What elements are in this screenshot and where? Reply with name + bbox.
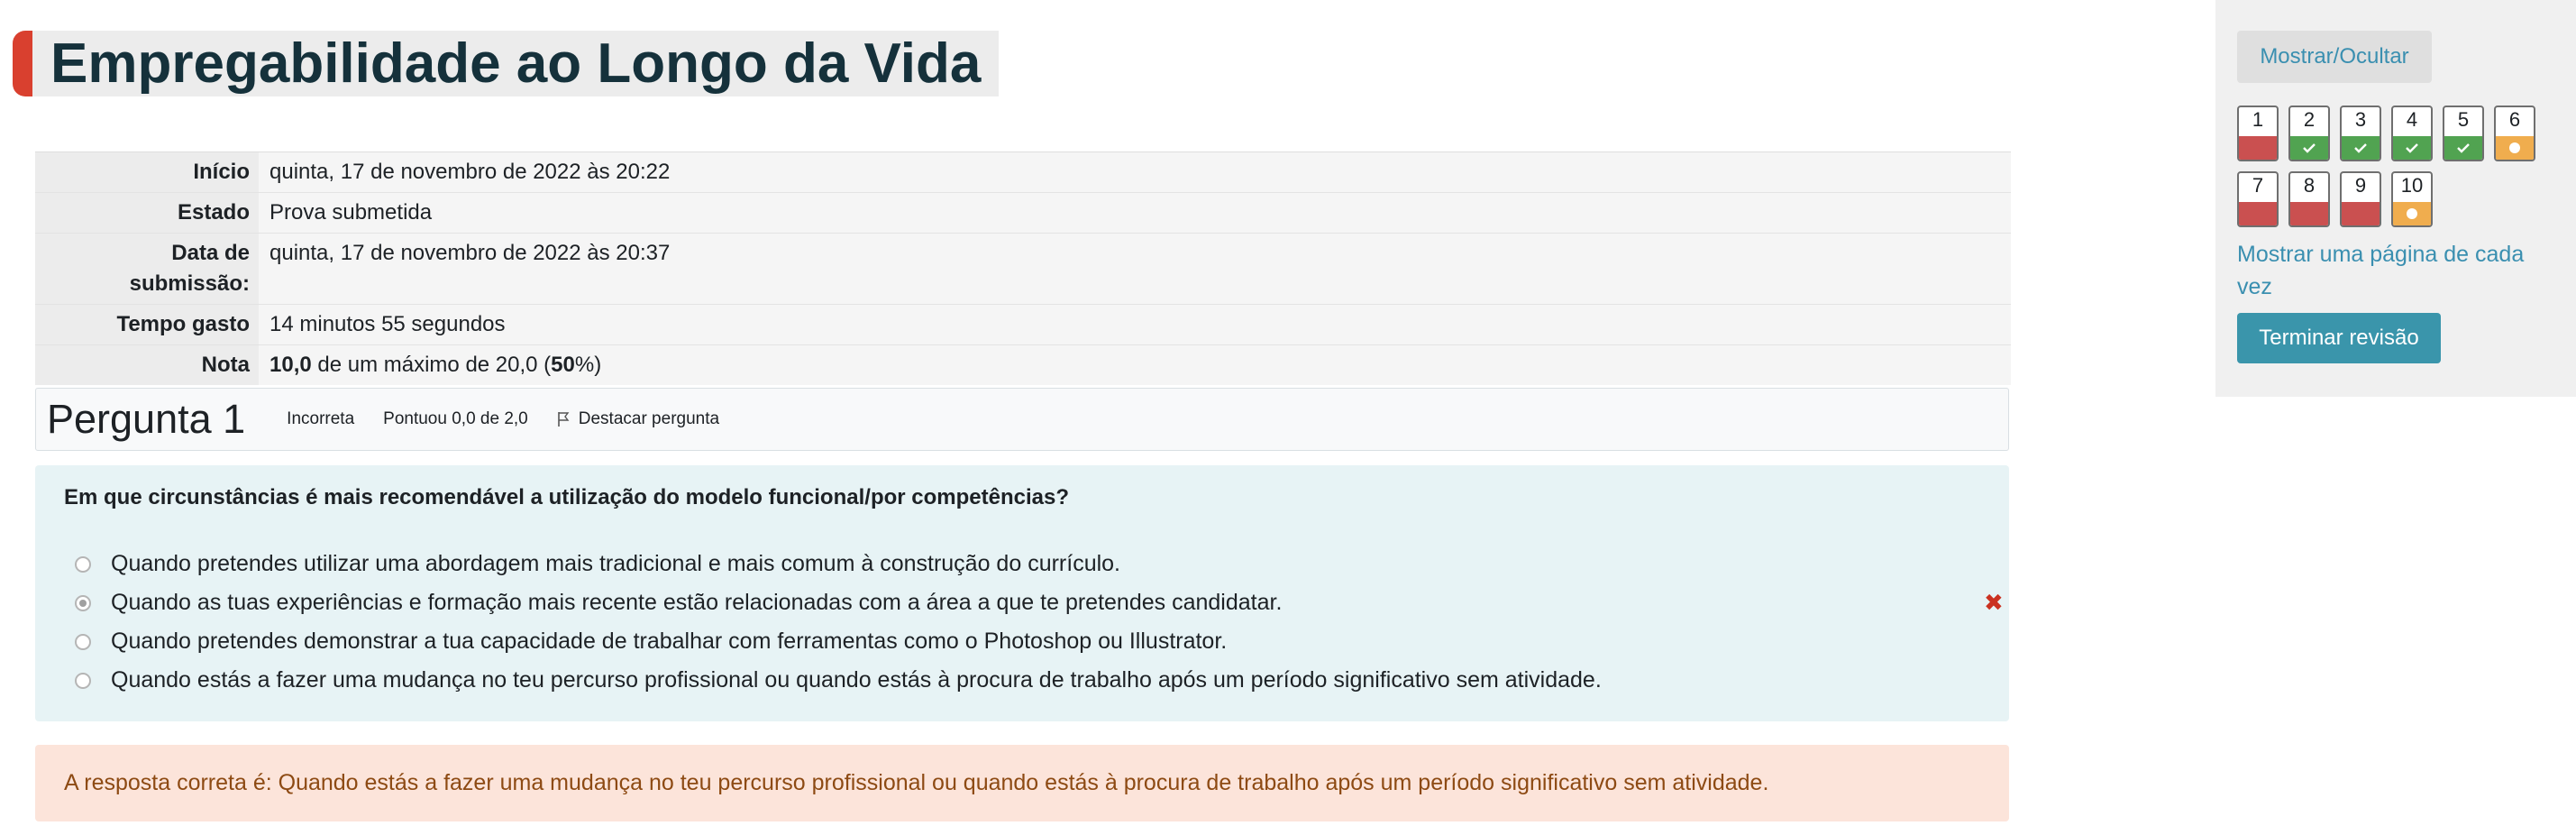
question-content: Em que circunstâncias é mais recomendáve… xyxy=(35,465,2009,721)
answer-list: Quando pretendes utilizar uma abordagem … xyxy=(75,545,2004,700)
check-icon xyxy=(2342,136,2380,160)
question-nav-number: 9 xyxy=(2354,174,2367,197)
answer-radio[interactable] xyxy=(75,672,91,689)
partial-dot-icon xyxy=(2393,202,2431,225)
check-icon xyxy=(2444,136,2482,160)
question-nav-button-6[interactable]: 6 xyxy=(2494,106,2535,161)
answer-radio[interactable] xyxy=(75,555,91,573)
answer-radio[interactable] xyxy=(75,633,91,650)
answer-text: Quando as tuas experiências e formação m… xyxy=(111,590,1283,615)
grade-percent: 50 xyxy=(551,353,575,377)
question-nav-button-10[interactable]: 10 xyxy=(2391,171,2433,227)
question-nav-button-9[interactable]: 9 xyxy=(2340,171,2381,227)
question-status: Incorreta xyxy=(287,409,355,428)
summary-row-inicio: Início quinta, 17 de novembro de 2022 às… xyxy=(35,151,2011,193)
summary-label: Início xyxy=(35,151,259,193)
grade-score: 10,0 xyxy=(269,353,312,377)
check-icon xyxy=(2290,136,2328,160)
finish-review-button[interactable]: Terminar revisão xyxy=(2237,313,2441,363)
grade-end: %) xyxy=(574,353,602,377)
summary-value: quinta, 17 de novembro de 2022 às 20:22 xyxy=(259,151,2011,193)
question-nav-number: 5 xyxy=(2457,108,2470,131)
question-nav-button-5[interactable]: 5 xyxy=(2443,106,2484,161)
title-accent-bar xyxy=(13,31,32,96)
answer-option[interactable]: Quando pretendes utilizar uma abordagem … xyxy=(75,545,1995,583)
summary-value: Prova submetida xyxy=(259,192,2011,234)
flag-question-label: Destacar pergunta xyxy=(578,409,720,428)
summary-row-estado: Estado Prova submetida xyxy=(35,192,2011,234)
check-icon xyxy=(2393,136,2431,160)
incorrect-state-bar xyxy=(2239,202,2277,225)
question-nav-button-7[interactable]: 7 xyxy=(2237,171,2279,227)
flag-question-link[interactable]: Destacar pergunta xyxy=(557,409,719,429)
page-title: Empregabilidade ao Longo da Vida xyxy=(50,32,982,95)
question-nav-number: 7 xyxy=(2252,174,2264,197)
title-box: Empregabilidade ao Longo da Vida xyxy=(32,31,1000,96)
show-one-page-link[interactable]: Mostrar uma página de cada vez xyxy=(2237,238,2535,303)
question-nav-number: 1 xyxy=(2252,108,2264,131)
correct-answer-text: A resposta correta é: Quando estás a faz… xyxy=(64,770,1769,795)
incorrect-icon: ✖ xyxy=(1984,589,2004,616)
answer-radio-selected[interactable] xyxy=(75,594,91,611)
answer-text: Quando pretendes demonstrar a tua capaci… xyxy=(111,629,1228,654)
answer-text: Quando estás a fazer uma mudança no teu … xyxy=(111,667,1602,693)
question-nav-number: 3 xyxy=(2354,108,2367,131)
question-nav-number: 8 xyxy=(2303,174,2316,197)
page-header: Empregabilidade ao Longo da Vida xyxy=(13,31,1000,96)
summary-value: quinta, 17 de novembro de 2022 às 20:37 xyxy=(259,233,2011,305)
incorrect-state-bar xyxy=(2290,202,2328,225)
question-nav-number: 2 xyxy=(2303,108,2316,131)
question-number: Pergunta 1 xyxy=(47,396,246,442)
show-hide-button[interactable]: Mostrar/Ocultar xyxy=(2237,31,2432,83)
attempt-summary-table: Início quinta, 17 de novembro de 2022 às… xyxy=(35,151,2011,385)
summary-value: 10,0 de um máximo de 20,0 (50%) xyxy=(259,344,2011,385)
question-grade: Pontuou 0,0 de 2,0 xyxy=(383,409,528,428)
incorrect-state-bar xyxy=(2239,136,2277,160)
answer-option[interactable]: Quando estás a fazer uma mudança no teu … xyxy=(75,661,1995,700)
partial-dot-icon xyxy=(2496,136,2534,160)
question-nav-button-1[interactable]: 1 xyxy=(2237,106,2279,161)
summary-label: Tempo gasto xyxy=(35,304,259,345)
correct-answer-feedback: A resposta correta é: Quando estás a faz… xyxy=(35,745,2009,821)
answer-option[interactable]: Quando pretendes demonstrar a tua capaci… xyxy=(75,622,1995,661)
answer-option[interactable]: Quando as tuas experiências e formação m… xyxy=(75,583,2004,622)
question-nav-button-2[interactable]: 2 xyxy=(2288,106,2330,161)
flag-icon xyxy=(557,412,570,427)
summary-label: Data de submissão: xyxy=(35,233,259,305)
summary-row-submissao: Data de submissão: quinta, 17 de novembr… xyxy=(35,233,2011,305)
question-info: Pergunta 1 Incorreta Pontuou 0,0 de 2,0 … xyxy=(35,388,2009,451)
question-nav-button-8[interactable]: 8 xyxy=(2288,171,2330,227)
summary-label: Nota xyxy=(35,344,259,385)
summary-row-nota: Nota 10,0 de um máximo de 20,0 (50%) xyxy=(35,344,2011,385)
answer-text: Quando pretendes utilizar uma abordagem … xyxy=(111,551,1120,576)
question-nav-number: 10 xyxy=(2400,174,2424,197)
question-text: Em que circunstâncias é mais recomendáve… xyxy=(64,485,1069,509)
question-nav-button-3[interactable]: 3 xyxy=(2340,106,2381,161)
summary-value: 14 minutos 55 segundos xyxy=(259,304,2011,345)
quiz-navigation-panel: Mostrar/Ocultar 1 2 3 4 5 6 7 8 9 10 Mostrar uma … xyxy=(2215,0,2576,397)
grade-mid: de um máximo de 20,0 ( xyxy=(311,353,552,377)
question-nav-button-4[interactable]: 4 xyxy=(2391,106,2433,161)
incorrect-state-bar xyxy=(2342,202,2380,225)
question-nav-number: 4 xyxy=(2406,108,2418,131)
question-nav-number: 6 xyxy=(2508,108,2521,131)
summary-label: Estado xyxy=(35,192,259,234)
summary-row-tempo: Tempo gasto 14 minutos 55 segundos xyxy=(35,304,2011,345)
